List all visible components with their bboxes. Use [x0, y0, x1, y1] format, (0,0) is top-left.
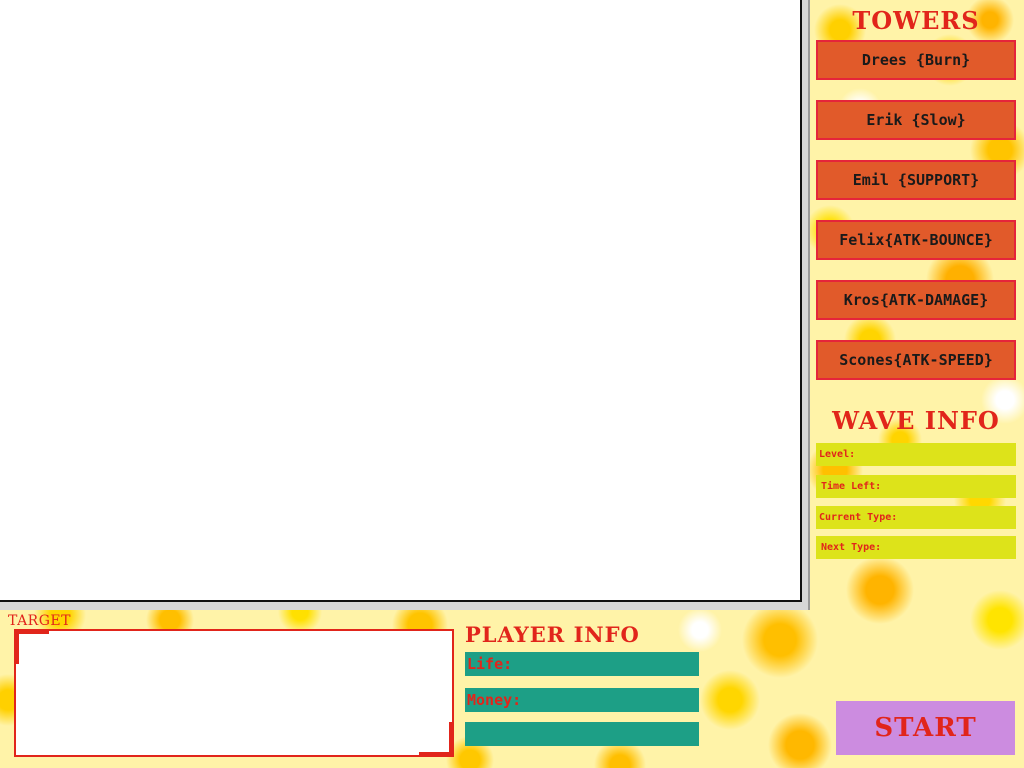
- start-button[interactable]: START: [836, 701, 1015, 755]
- target-label: TARGET: [8, 613, 71, 629]
- towers-heading: TOWERS: [852, 6, 980, 35]
- tower-button-felix[interactable]: Felix{ATK-BOUNCE}: [816, 220, 1016, 260]
- game-map-canvas[interactable]: [0, 0, 802, 602]
- tower-button-emil[interactable]: Emil {SUPPORT}: [816, 160, 1016, 200]
- player-life-row: Life:: [465, 652, 699, 676]
- target-display: [14, 629, 454, 757]
- map-frame: [0, 0, 810, 610]
- player-money-row: Money:: [465, 688, 699, 712]
- wave-current-type-row: Current Type:: [816, 506, 1016, 529]
- target-corner-top-left-h: [14, 629, 49, 634]
- wave-info-heading: WAVE INFO: [832, 406, 1000, 435]
- wave-next-type-row: Next Type:: [816, 536, 1016, 559]
- tower-button-kros[interactable]: Kros{ATK-DAMAGE}: [816, 280, 1016, 320]
- target-corner-top-left-v: [14, 629, 19, 664]
- player-extra-row: [465, 722, 699, 746]
- tower-button-erik[interactable]: Erik {Slow}: [816, 100, 1016, 140]
- player-info-heading: PLAYER INFO: [465, 622, 640, 647]
- tower-button-scones[interactable]: Scones{ATK-SPEED}: [816, 340, 1016, 380]
- wave-time-left-row: Time Left:: [816, 475, 1016, 498]
- wave-level-row: Level:: [816, 443, 1016, 466]
- tower-button-drees[interactable]: Drees {Burn}: [816, 40, 1016, 80]
- target-corner-bottom-right-v: [449, 722, 454, 757]
